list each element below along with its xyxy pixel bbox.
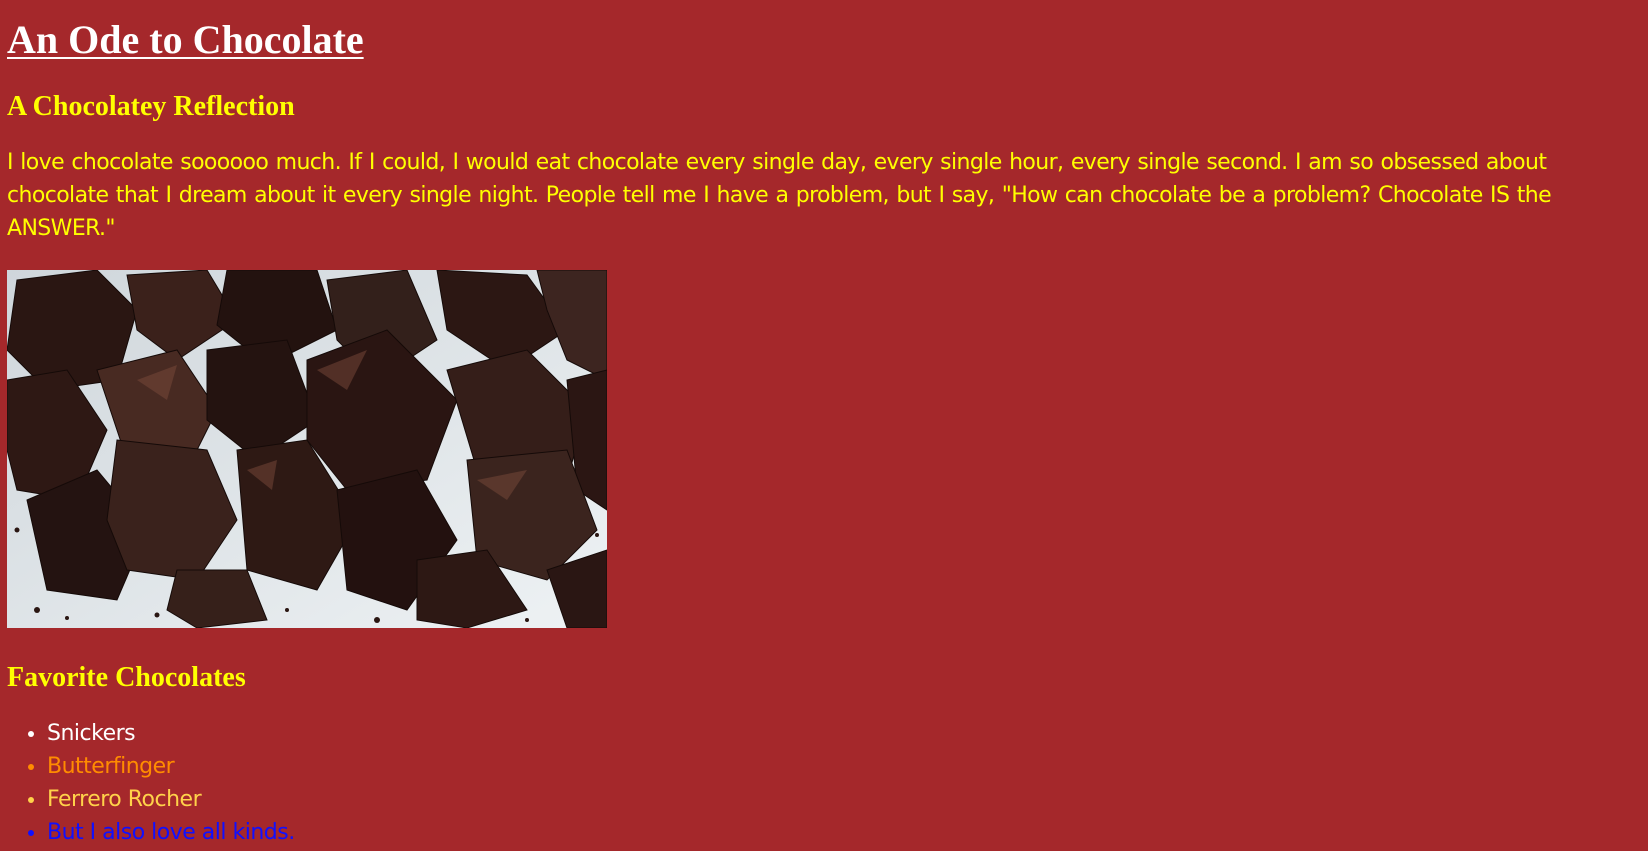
list-item: But I also love all kinds. [47,816,1641,849]
list-item: Butterfinger [47,750,1641,783]
list-item: Ferrero Rocher [47,783,1641,816]
favorites-list: Snickers Butterfinger Ferrero Rocher But… [7,717,1641,849]
page-content: An Ode to Chocolate A Chocolatey Reflect… [0,0,1648,849]
reflection-heading: A Chocolatey Reflection [7,91,295,122]
favorites-heading: Favorite Chocolates [7,662,246,693]
list-item: Snickers [47,717,1641,750]
reflection-paragraph: I love chocolate soooooo much. If I coul… [7,150,1552,241]
page-title: An Ode to Chocolate [7,17,364,62]
chocolate-pieces-photo-icon [7,270,607,628]
chocolate-image [7,270,607,628]
